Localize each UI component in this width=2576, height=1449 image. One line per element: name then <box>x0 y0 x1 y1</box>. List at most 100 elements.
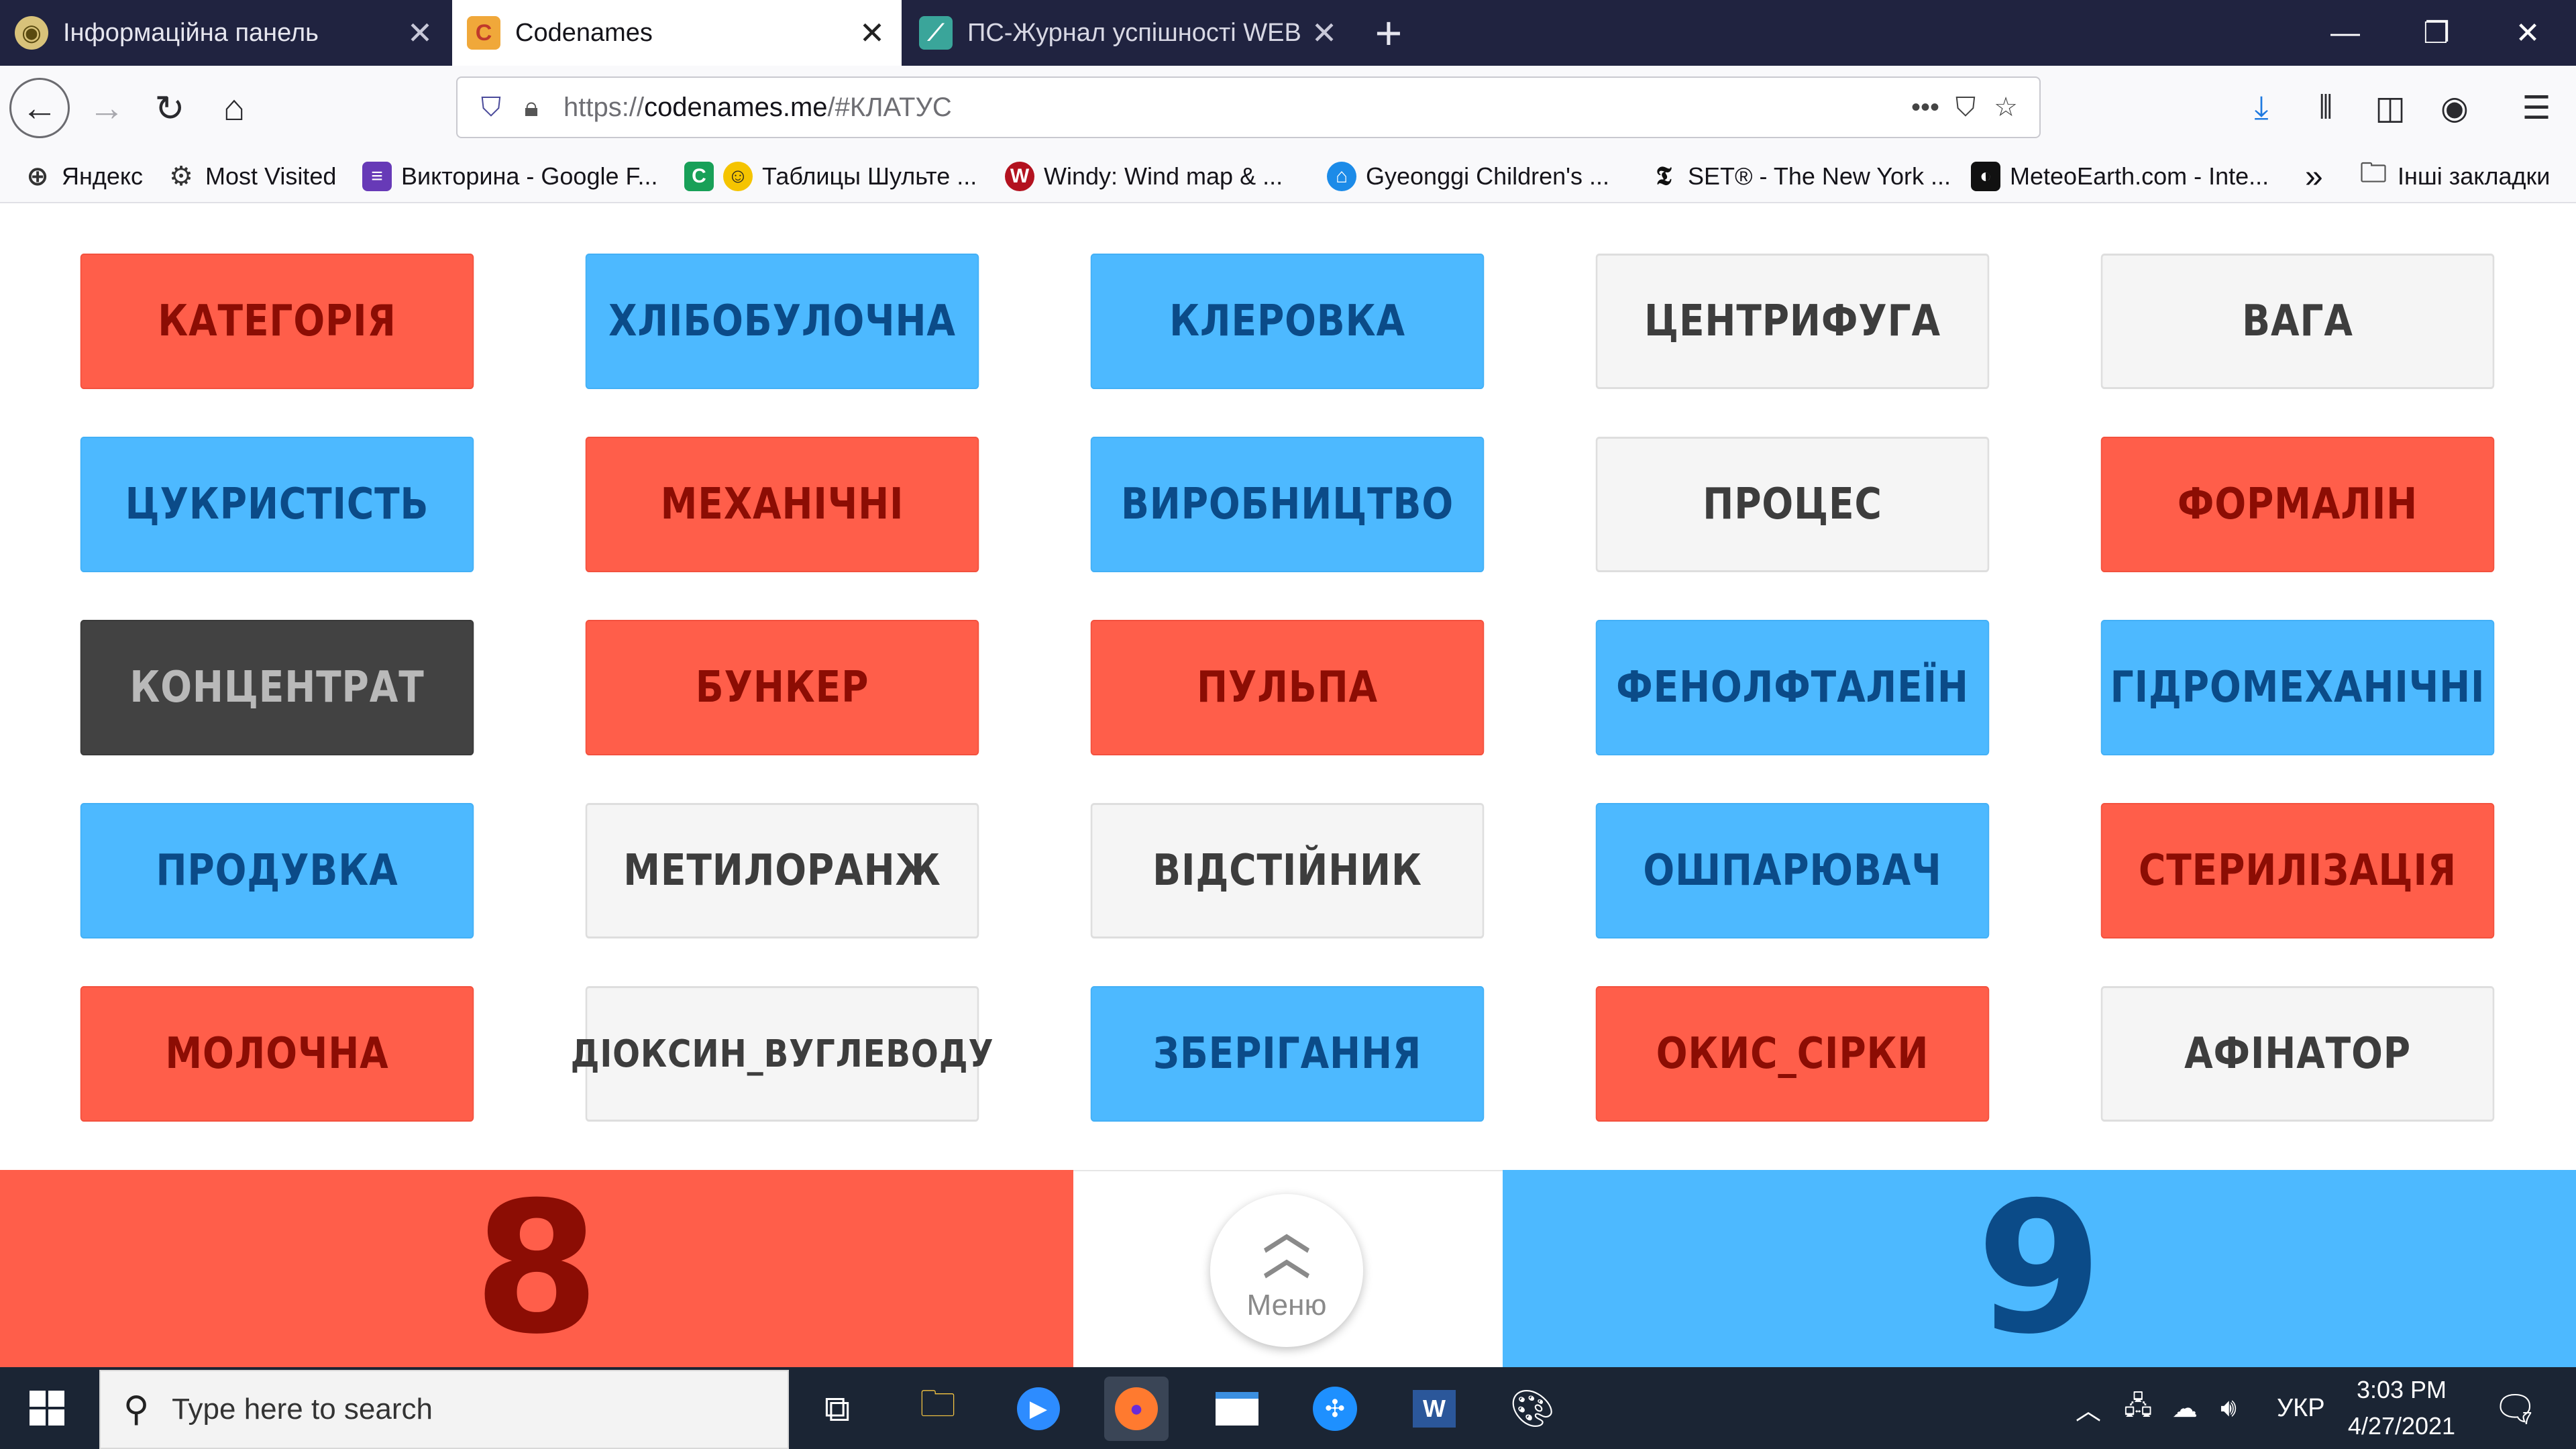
word-card[interactable]: СТЕРИЛІЗАЦІЯ <box>2100 803 2495 938</box>
taskbar-search[interactable]: ⚲ Type here to search <box>99 1370 789 1449</box>
word-card[interactable]: ПРОЦЕС <box>1595 437 1990 572</box>
library-icon[interactable]: ⫴ <box>2298 80 2353 136</box>
bookmarks-toolbar: ⊕ Яндекс ⚙ Most Visited ≡ Викторина - Go… <box>0 150 2576 203</box>
onedrive-icon[interactable]: ☁ <box>2172 1367 2198 1449</box>
firefox-icon[interactable]: ● <box>1104 1377 1169 1441</box>
bookmark-label: Викторина - Google F... <box>401 162 658 190</box>
pocket-icon[interactable]: ⛉ <box>1945 87 1986 127</box>
tab-codenames[interactable]: C Codenames ✕ <box>452 0 902 66</box>
forward-button[interactable]: → <box>79 80 134 136</box>
reload-button[interactable]: ↻ <box>142 80 197 136</box>
word-card-label: КЛЕРОВКА <box>1169 297 1405 346</box>
bookmark-meteoearth[interactable]: ◐ MeteoEarth.com - Inte... <box>1971 150 2269 203</box>
bookmark-label: Most Visited <box>205 162 337 190</box>
app-window-icon[interactable] <box>1205 1377 1269 1441</box>
home-button[interactable]: ⌂ <box>207 80 262 136</box>
close-tab-icon[interactable]: ✕ <box>400 15 440 51</box>
word-card[interactable]: ОШПАРЮВАЧ <box>1595 803 1990 938</box>
restore-button[interactable]: ❐ <box>2391 0 2482 66</box>
word-card[interactable]: КАТЕГОРІЯ <box>80 254 474 389</box>
star-icon[interactable]: ☆ <box>1986 87 2026 127</box>
zoom-icon[interactable]: ▶ <box>1006 1377 1071 1441</box>
word-card-label: ДІОКСИН_ВУГЛЕВОДУ <box>570 1032 994 1076</box>
minimize-button[interactable]: — <box>2300 0 2391 66</box>
bookmark-most-visited[interactable]: ⚙ Most Visited <box>166 150 336 203</box>
word-card-label: МЕХАНІЧНІ <box>660 480 904 529</box>
word-card[interactable]: БУНКЕР <box>585 620 979 755</box>
shield-icon[interactable]: ⛉ <box>471 87 511 127</box>
network-app-icon[interactable]: ✣ <box>1303 1377 1367 1441</box>
word-card-label: СТЕРИЛІЗАЦІЯ <box>2138 846 2457 896</box>
close-window-button[interactable]: ✕ <box>2482 0 2573 66</box>
word-card[interactable]: ЦУКРИСТІСТЬ <box>80 437 474 572</box>
word-card[interactable]: ЦЕНТРИФУГА <box>1595 254 1990 389</box>
page-actions-icon[interactable]: ••• <box>1905 87 1945 127</box>
lock-icon[interactable]: 🔒︎ <box>511 87 551 127</box>
address-bar[interactable]: ⛉ 🔒︎ https://codenames.me/#КЛАТУС ••• ⛉ … <box>456 76 2041 138</box>
word-card-label: ХЛІБОБУЛОЧНА <box>608 297 956 346</box>
show-hidden-icons-button[interactable]: ︿ <box>2076 1367 2101 1449</box>
bookmark-quiz[interactable]: ≡ Викторина - Google F... <box>362 150 658 203</box>
taskbar: ⚲ Type here to search ⧉ 🗀 ▶ ● ✣ W 🎨︎ ︿ 🖧… <box>0 1367 2576 1449</box>
word-card[interactable]: МЕХАНІЧНІ <box>585 437 979 572</box>
tab-journal[interactable]: ⟋ ПС-Журнал успішності WEB v ✕ <box>904 0 1354 66</box>
downloads-icon[interactable]: ⤓ <box>2234 80 2289 136</box>
bookmark-schulte[interactable]: C ☺ Таблицы Шульте ... <box>684 150 977 203</box>
clock[interactable]: 3:03 PM 4/27/2021 <box>2328 1367 2475 1449</box>
word-card[interactable]: КЛЕРОВКА <box>1090 254 1485 389</box>
word-card[interactable]: ХЛІБОБУЛОЧНА <box>585 254 979 389</box>
other-bookmarks[interactable]: 🗀 Інші закладки <box>2359 150 2550 203</box>
bookmark-windy[interactable]: W Windy: Wind map & ... <box>1005 150 1283 203</box>
network-icon[interactable]: 🖧 <box>2124 1367 2152 1449</box>
word-card[interactable]: ОКИС_СІРКИ <box>1595 986 1990 1122</box>
word-card[interactable]: ФЕНОЛФТАЛЕЇН <box>1595 620 1990 755</box>
chart-icon: ⟋ <box>919 16 953 50</box>
word-card[interactable]: ПРОДУВКА <box>80 803 474 938</box>
word-card[interactable]: ЗБЕРІГАННЯ <box>1090 986 1485 1122</box>
word-card-label: ФОРМАЛІН <box>2177 480 2418 529</box>
word-card[interactable]: ДІОКСИН_ВУГЛЕВОДУ <box>571 986 994 1122</box>
bookmark-yandex[interactable]: ⊕ Яндекс <box>23 150 143 203</box>
bookmark-nyt[interactable]: 𝕿 SET® - The New York ... <box>1649 150 1951 203</box>
blue-team-score: 9 <box>1976 1163 2102 1374</box>
url-prefix: https:// <box>564 92 645 122</box>
close-tab-icon[interactable]: ✕ <box>852 15 892 51</box>
more-bookmarks-button[interactable]: » <box>2305 150 2323 203</box>
tab-dashboard[interactable]: ◉ Інформаційна панель ✕ <box>0 0 449 66</box>
close-tab-icon[interactable]: ✕ <box>1304 15 1344 51</box>
back-button[interactable]: ← <box>9 78 70 138</box>
word-card[interactable]: ФОРМАЛІН <box>2100 437 2495 572</box>
word-card[interactable]: МОЛОЧНА <box>80 986 474 1122</box>
word-card[interactable]: ВАГА <box>2100 254 2495 389</box>
word-card[interactable]: КОНЦЕНТРАТ <box>80 620 474 755</box>
word-card[interactable]: ВІДСТІЙНИК <box>1090 803 1485 938</box>
word-card[interactable]: ВИРОБНИЦТВО <box>1090 437 1485 572</box>
url-host: codenames.me <box>644 92 828 122</box>
owl-icon: ◉ <box>15 16 48 50</box>
forms-icon: ≡ <box>362 162 392 191</box>
gear-icon: ⚙ <box>169 162 193 191</box>
language-indicator[interactable]: УКР <box>2277 1367 2325 1449</box>
word-card[interactable]: ПУЛЬПА <box>1090 620 1485 755</box>
menu-icon[interactable]: ☰ <box>2509 80 2564 136</box>
word-card[interactable]: АФІНАТОР <box>2100 986 2495 1122</box>
word-card-label: ВАГА <box>2242 297 2353 346</box>
notifications-button[interactable]: 🗨︎ 7 <box>2493 1367 2537 1449</box>
url-text[interactable]: https://codenames.me/#КЛАТУС <box>564 93 952 123</box>
smiley-icon: ☺ <box>723 162 753 191</box>
globe-icon: ⊕ <box>26 162 49 191</box>
word-card[interactable]: МЕТИЛОРАНЖ <box>585 803 979 938</box>
word-card[interactable]: ГІДРОМЕХАНІЧНІ <box>2100 620 2495 755</box>
start-button[interactable] <box>0 1367 94 1449</box>
paint-icon[interactable]: 🎨︎ <box>1500 1377 1564 1441</box>
bookmark-gyeonggi[interactable]: ⌂ Gyeonggi Children's ... <box>1327 150 1609 203</box>
sidebar-icon[interactable]: ◫ <box>2363 80 2418 136</box>
menu-button[interactable]: ︿ ︿ Меню <box>1210 1194 1363 1347</box>
reload-icon: ↻ <box>154 88 185 129</box>
new-tab-button[interactable]: + <box>1348 0 1429 66</box>
account-icon[interactable]: ◉ <box>2427 80 2482 136</box>
volume-icon[interactable]: 🔊︎ <box>2220 1367 2237 1449</box>
task-view-icon[interactable]: ⧉ <box>805 1377 869 1441</box>
file-explorer-icon[interactable]: 🗀 <box>906 1377 970 1441</box>
word-icon[interactable]: W <box>1402 1377 1466 1441</box>
